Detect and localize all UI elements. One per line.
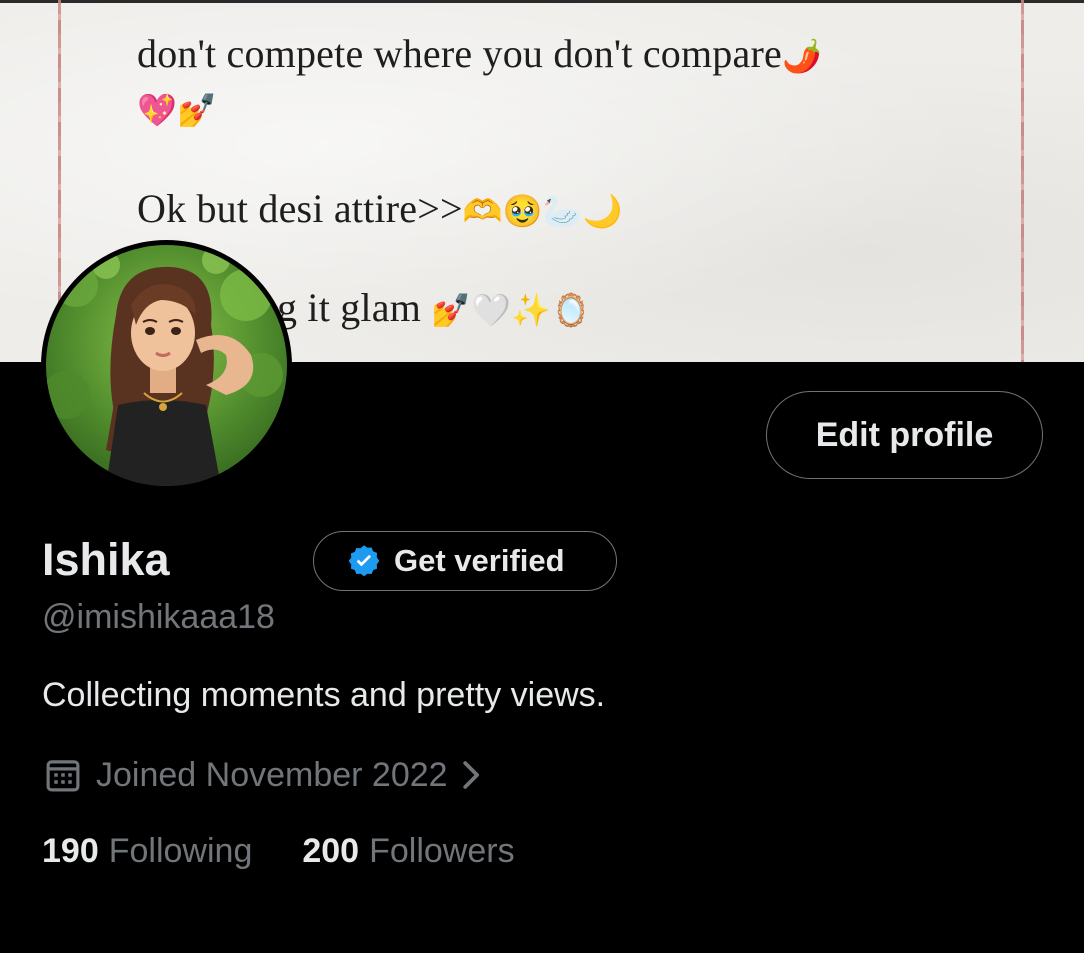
edit-profile-button[interactable]: Edit profile (766, 391, 1043, 479)
joined-date-row[interactable]: Joined November 2022 (42, 754, 486, 796)
banner-line-3-text: Ok but desi attire>> (137, 186, 463, 231)
chevron-right-icon (458, 758, 486, 792)
calendar-icon (42, 754, 84, 796)
avatar-illustration (46, 245, 287, 486)
chili-emoji: 🌶️ (781, 37, 822, 75)
follow-stats: 190 Following 200 Followers (42, 832, 515, 871)
get-verified-label: Get verified (394, 543, 565, 578)
banner-margin-rule-right (1021, 0, 1024, 362)
heart-hands-face-swan-moon-emoji: 🫶🥹🦢🌙 (462, 192, 623, 230)
banner-text-line-3: Ok but desi attire>>🫶🥹🦢🌙 (137, 185, 623, 232)
followers-link[interactable]: 200 Followers (302, 832, 514, 871)
banner-line-1-text: don't compete where you don't compare (137, 31, 782, 76)
followers-label: Followers (369, 832, 515, 870)
joined-date-text: Joined November 2022 (96, 755, 448, 794)
sparkling-heart-nail-emoji: 💖💅 (137, 91, 218, 129)
followers-count: 200 (302, 832, 360, 870)
get-verified-button[interactable]: Get verified (313, 531, 617, 591)
verified-badge-icon (346, 543, 382, 579)
banner-text-line-2: 💖💅 (137, 84, 217, 131)
following-count: 190 (42, 832, 99, 870)
following-label: Following (108, 832, 253, 870)
display-name: Ishika (42, 534, 170, 585)
user-handle: @imishikaaa18 (42, 598, 275, 636)
banner-line-4-text: g it glam (277, 285, 422, 330)
banner-top-border (0, 0, 1084, 3)
profile-bio: Collecting moments and pretty views. (42, 676, 606, 714)
profile-avatar[interactable] (41, 240, 292, 491)
following-link[interactable]: 190 Following (42, 832, 252, 871)
nail-heart-sparkles-mirror-emoji: 💅🤍✨🪞 (431, 291, 592, 329)
banner-text-line-1: don't compete where you don't compare🌶️ (137, 30, 822, 77)
